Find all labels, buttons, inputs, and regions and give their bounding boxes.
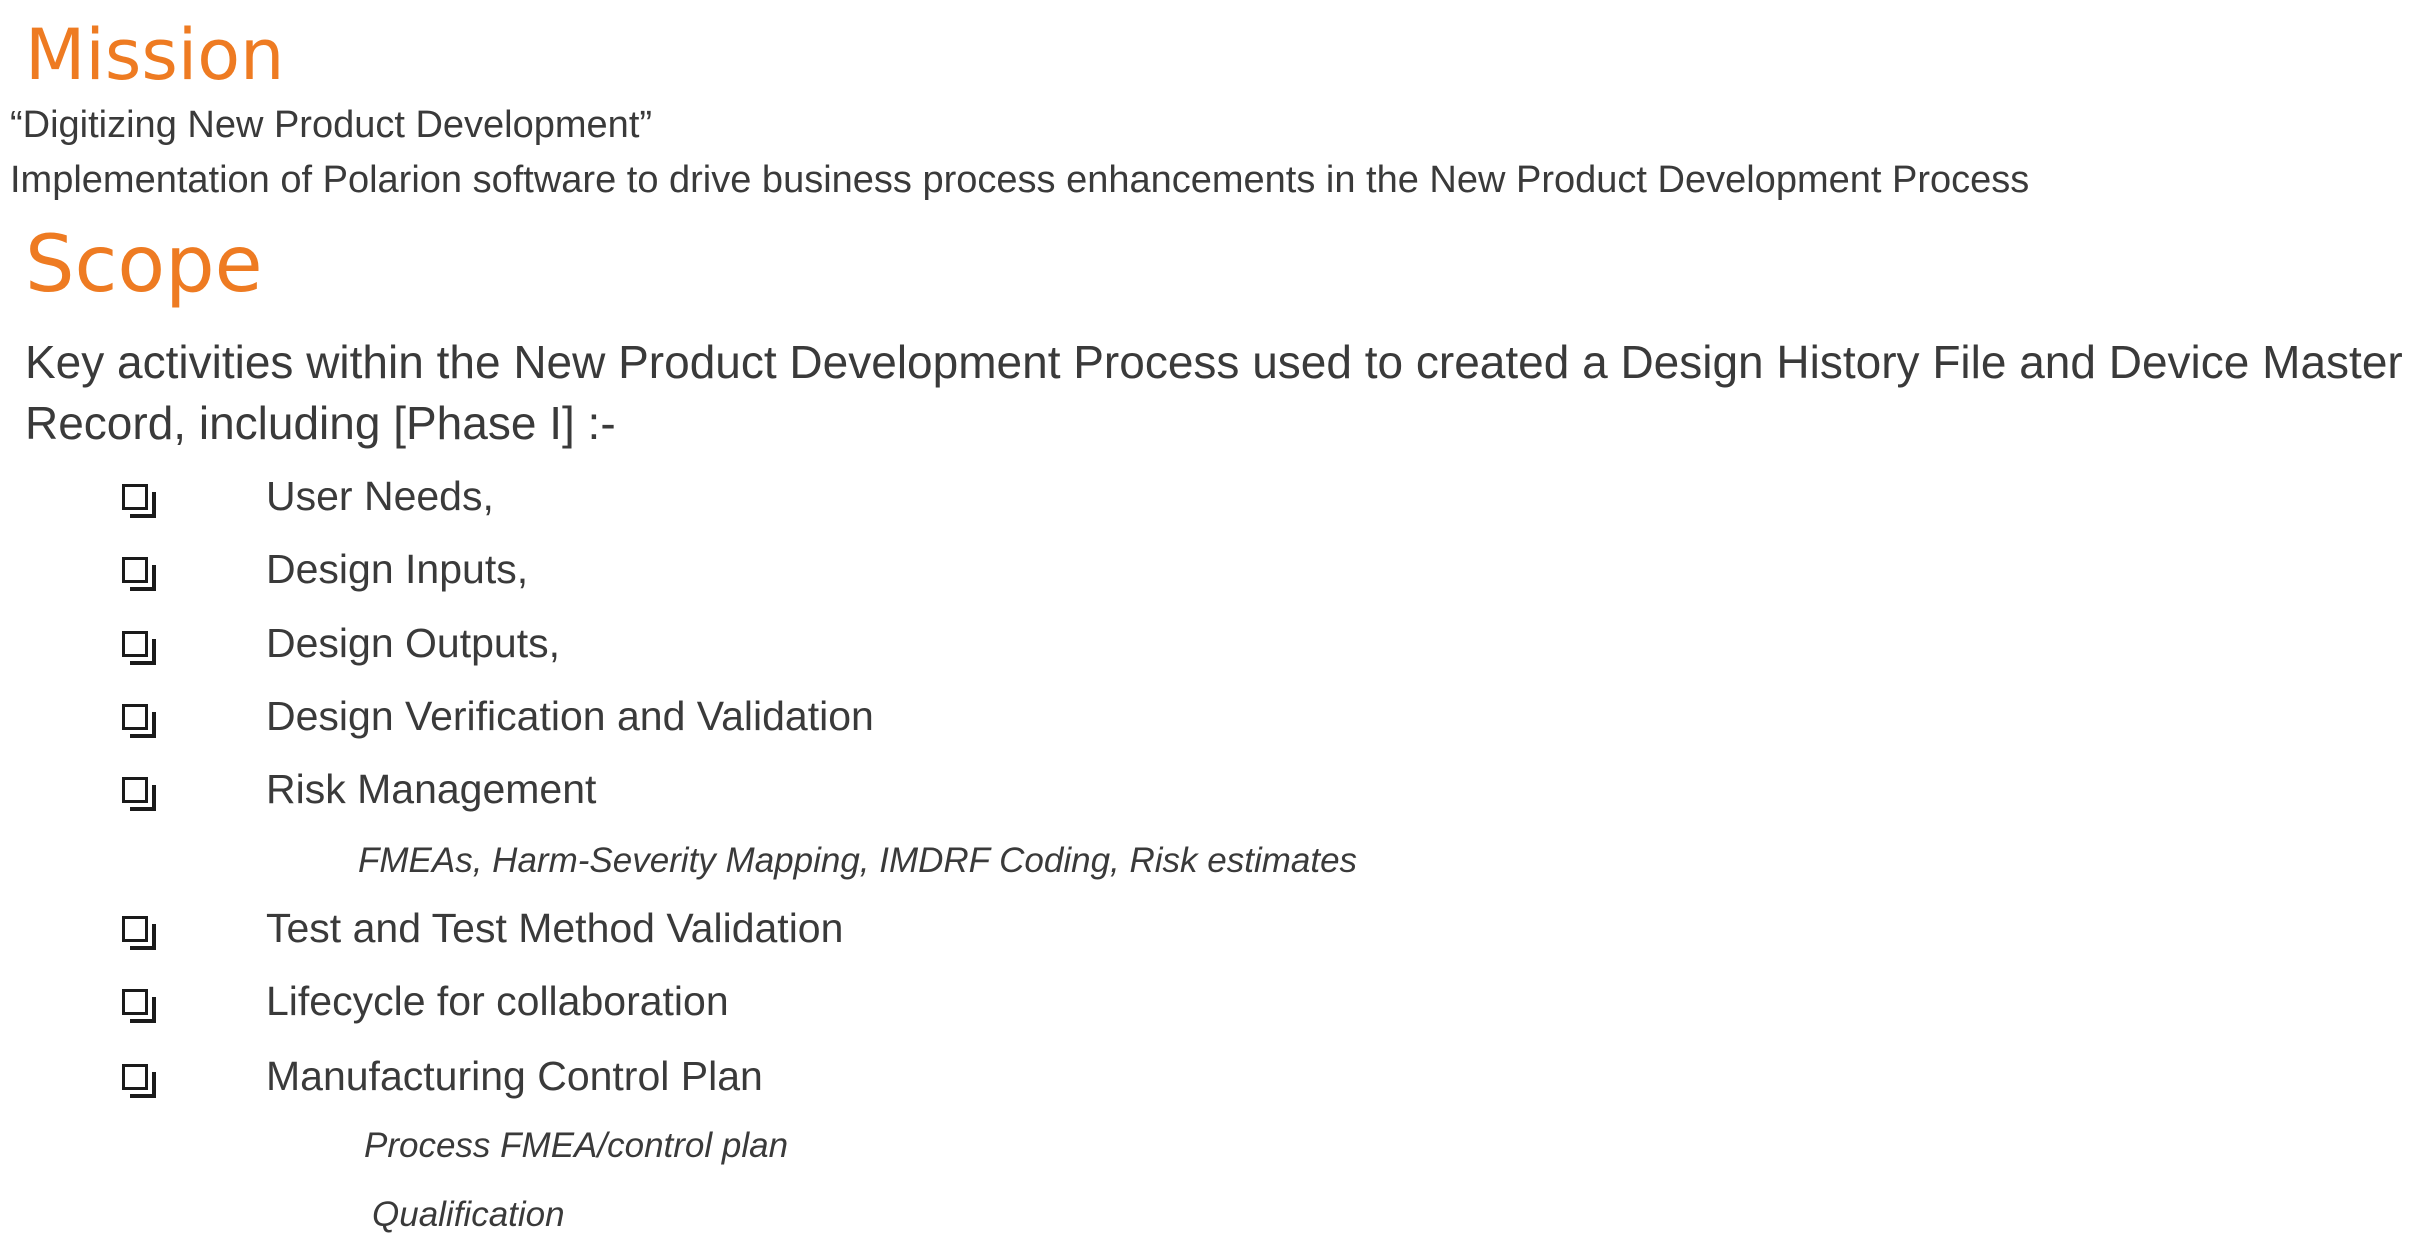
checkbox-icon: [122, 703, 156, 738]
list-item: Design Outputs,: [122, 620, 560, 666]
list-item: Test and Test Method Validation: [122, 905, 844, 951]
scope-heading: Scope: [25, 220, 263, 310]
list-item-detail: Process FMEA/control plan: [364, 1126, 789, 1165]
list-item-label: Design Verification and Validation: [266, 693, 874, 739]
checkbox-icon: [122, 988, 156, 1023]
list-item: Design Inputs,: [122, 546, 529, 592]
mission-quote: “Digitizing New Product Development”: [10, 104, 653, 146]
list-item: Design Verification and Validation: [122, 693, 874, 739]
list-item-label: Test and Test Method Validation: [266, 905, 844, 951]
list-item-label: Manufacturing Control Plan: [266, 1053, 763, 1099]
list-item-label: User Needs,: [266, 473, 494, 519]
mission-heading: Mission: [25, 14, 285, 96]
list-item-label: Design Outputs,: [266, 620, 560, 666]
list-item: Risk Management: [122, 766, 597, 812]
list-item-detail: Qualification: [372, 1195, 565, 1234]
list-item: Lifecycle for collaboration: [122, 978, 729, 1024]
list-item-label: Risk Management: [266, 766, 597, 812]
list-item: User Needs,: [122, 473, 494, 519]
checkbox-icon: [122, 915, 156, 950]
mission-description: Implementation of Polarion software to d…: [10, 159, 2030, 201]
checkbox-icon: [122, 556, 156, 591]
checkbox-icon: [122, 776, 156, 811]
list-item-label: Lifecycle for collaboration: [266, 978, 729, 1024]
checkbox-icon: [122, 630, 156, 665]
list-item-detail: FMEAs, Harm-Severity Mapping, IMDRF Codi…: [358, 841, 1358, 880]
checkbox-icon: [122, 1063, 156, 1098]
scope-intro: Key activities within the New Product De…: [25, 336, 2403, 449]
list-item-label: Design Inputs,: [266, 546, 529, 592]
checkbox-icon: [122, 483, 156, 518]
list-item: Manufacturing Control Plan: [122, 1053, 763, 1099]
